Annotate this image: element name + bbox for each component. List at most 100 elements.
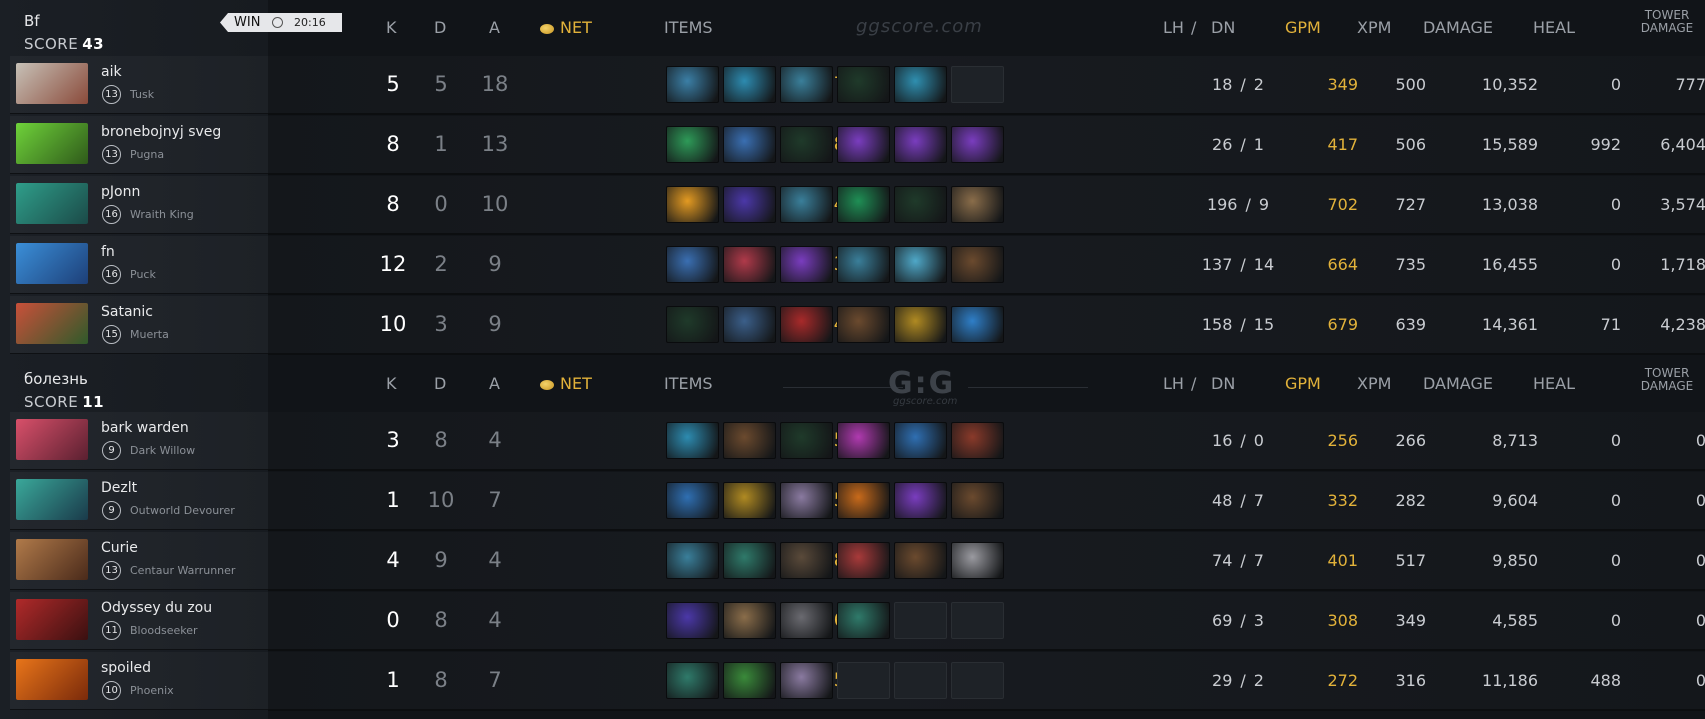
player-name[interactable]: spoiled (101, 660, 151, 676)
item-icon[interactable] (780, 306, 833, 343)
item-icon[interactable] (837, 422, 890, 459)
item-icon[interactable] (780, 602, 833, 639)
item-icon[interactable] (951, 126, 1004, 163)
hero-portrait (16, 123, 88, 164)
item-icon[interactable] (894, 306, 947, 343)
player-card[interactable]: aik 13 Tusk (10, 56, 268, 114)
item-icon[interactable] (666, 66, 719, 103)
item-icon[interactable] (894, 126, 947, 163)
player-name[interactable]: bronebojnyj sveg (101, 124, 221, 140)
player-card[interactable]: Dezlt 9 Outworld Devourer (10, 472, 268, 530)
item-icon[interactable] (723, 306, 776, 343)
item-icon[interactable] (666, 246, 719, 283)
header-dn: DN (1211, 18, 1236, 37)
hero-name: Bloodseeker (130, 624, 198, 637)
item-icon[interactable] (780, 422, 833, 459)
item-icon[interactable] (837, 186, 890, 223)
tower-damage: 6,404 (1660, 135, 1705, 154)
item-icon[interactable] (780, 66, 833, 103)
item-icon[interactable] (951, 246, 1004, 283)
player-card[interactable]: bark warden 9 Dark Willow (10, 412, 268, 470)
item-icon[interactable] (666, 306, 719, 343)
denies: 14 (1253, 255, 1275, 274)
player-name[interactable]: bark warden (101, 420, 189, 436)
item-icon[interactable] (837, 602, 890, 639)
item-icon[interactable] (951, 422, 1004, 459)
player-name[interactable]: Dezlt (101, 480, 137, 496)
item-icon[interactable] (666, 542, 719, 579)
player-stat-row: 11075,86448/73322829,60400 (268, 472, 1705, 531)
player-name[interactable]: pJonn (101, 184, 140, 200)
player-card[interactable]: fn 16 Puck (10, 236, 268, 294)
item-icon[interactable] (666, 602, 719, 639)
deaths: 5 (434, 72, 448, 96)
item-icon[interactable] (723, 662, 776, 699)
player-name[interactable]: Odyssey du zou (101, 600, 212, 616)
hero-damage: 8,713 (1492, 431, 1538, 450)
assists: 9 (488, 252, 502, 276)
item-icon[interactable] (837, 306, 890, 343)
item-icon[interactable] (780, 246, 833, 283)
item-icon[interactable] (951, 482, 1004, 519)
item-icon[interactable] (780, 186, 833, 223)
lh-dn-separator: / (1240, 135, 1246, 154)
item-icon[interactable] (723, 482, 776, 519)
item-icon[interactable] (894, 246, 947, 283)
hero-level: 9 (102, 501, 121, 520)
item-icon[interactable] (837, 246, 890, 283)
item-icon[interactable] (723, 66, 776, 103)
player-card[interactable]: Curie 13 Centaur Warrunner (10, 532, 268, 590)
item-icon[interactable] (780, 662, 833, 699)
item-icon[interactable] (837, 126, 890, 163)
header-dn: DN (1211, 374, 1236, 393)
item-icon[interactable] (723, 186, 776, 223)
item-icon[interactable] (666, 422, 719, 459)
item-icon[interactable] (894, 186, 947, 223)
score-label: SCORE (24, 393, 79, 411)
deaths: 1 (434, 132, 448, 156)
item-icon[interactable] (666, 126, 719, 163)
player-name[interactable]: Curie (101, 540, 138, 556)
player-name[interactable]: fn (101, 244, 115, 260)
player-stat-row: 122913,550137/1466473516,45501,718 (268, 236, 1705, 295)
player-card[interactable]: Odyssey du zou 11 Bloodseeker (10, 592, 268, 650)
item-icon[interactable] (723, 246, 776, 283)
item-icon[interactable] (666, 186, 719, 223)
hero-level: 13 (102, 145, 121, 164)
player-name[interactable]: aik (101, 64, 122, 80)
item-icon[interactable] (723, 602, 776, 639)
item-icon[interactable] (951, 306, 1004, 343)
deaths: 0 (434, 192, 448, 216)
header-items: ITEMS (664, 18, 713, 37)
item-icon[interactable] (951, 186, 1004, 223)
item-icon[interactable] (894, 422, 947, 459)
player-card[interactable]: bronebojnyj sveg 13 Pugna (10, 116, 268, 174)
item-icon[interactable] (894, 542, 947, 579)
item-icon[interactable] (894, 66, 947, 103)
item-icon[interactable] (723, 422, 776, 459)
assists: 4 (488, 428, 502, 452)
denies: 3 (1253, 611, 1264, 630)
player-card[interactable]: spoiled 10 Phoenix (10, 652, 268, 710)
item-icon[interactable] (723, 542, 776, 579)
item-icon[interactable] (837, 542, 890, 579)
item-icon[interactable] (951, 542, 1004, 579)
assists: 9 (488, 312, 502, 336)
player-card[interactable]: pJonn 16 Wraith King (10, 176, 268, 234)
item-icon[interactable] (894, 482, 947, 519)
hero-portrait (16, 599, 88, 640)
item-icon[interactable] (666, 482, 719, 519)
item-icon[interactable] (837, 66, 890, 103)
item-icon[interactable] (666, 662, 719, 699)
item-icon[interactable] (837, 482, 890, 519)
item-icon[interactable] (723, 126, 776, 163)
item-icon[interactable] (780, 542, 833, 579)
hero-level: 9 (102, 441, 121, 460)
item-icon[interactable] (780, 126, 833, 163)
item-icon[interactable] (780, 482, 833, 519)
player-name[interactable]: Satanic (101, 304, 153, 320)
player-card[interactable]: Satanic 15 Muerta (10, 296, 268, 354)
hero-name: Phoenix (130, 684, 174, 697)
last-hits: 29 (1212, 671, 1233, 690)
denies: 15 (1253, 315, 1275, 334)
